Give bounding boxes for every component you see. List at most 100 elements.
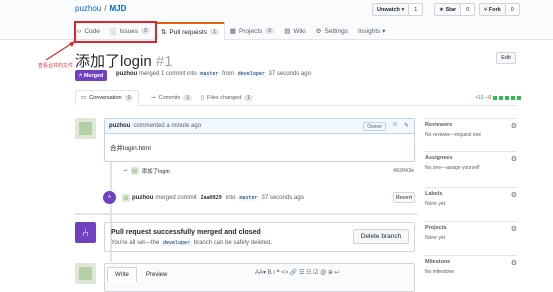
repo-name-link[interactable]: MJD (109, 4, 126, 13)
revert-button[interactable]: Revert (393, 192, 415, 203)
merge-icon: ⑃ (75, 222, 96, 243)
gear-icon[interactable]: ⚙ (511, 155, 517, 163)
merged-branch: developer (160, 240, 193, 246)
sidebar-heading: Projects (425, 225, 447, 231)
avatar[interactable] (75, 263, 96, 284)
comment-author-link[interactable]: puzhou (109, 123, 130, 129)
sidebar-heading: Assignees (425, 155, 453, 161)
gear-icon[interactable]: ⚙ (511, 122, 517, 130)
tab-commits-count: 1 (183, 95, 193, 101)
merge-author-link[interactable]: puzhou (132, 195, 153, 201)
tab-conversation-label: Conversation (89, 95, 122, 101)
diffstat-block (499, 96, 504, 100)
comment-icon: ▭ (81, 95, 87, 101)
comment-time[interactable]: commented a minute ago (133, 123, 201, 129)
gear-icon[interactable]: ⚙ (511, 225, 517, 233)
merge-event-time[interactable]: 37 seconds ago (262, 195, 304, 201)
commit-sha-link[interactable]: 402043e (393, 168, 414, 174)
tab-conversation-count: 0 (124, 95, 134, 101)
book-icon: ▤ (284, 28, 291, 35)
timeline-divider (75, 213, 417, 215)
additions-count: +10 (475, 95, 484, 101)
tab-settings[interactable]: ⚙ Settings (311, 22, 353, 40)
markdown-toolbar[interactable]: AA▾ B i ❝ <> 🔗 ☰ ☷ ☑ @ ⊕ ↩ (255, 269, 340, 276)
sidebar-projects: Projects ⚙ None yet (425, 221, 517, 241)
pr-title-text: 添加了login (75, 53, 152, 70)
tab-files-changed-label: Files changed (207, 95, 242, 101)
sidebar-value[interactable]: No one—assign yourself (425, 165, 517, 171)
pr-comment: puzhou commented a minute ago Owner ☺ ✎ … (104, 118, 415, 162)
head-branch[interactable]: developer (235, 71, 267, 77)
watch-count[interactable]: 1 (409, 4, 423, 15)
tab-files-changed-count: 1 (244, 95, 254, 101)
watch-label: Unwatch ▾ (373, 4, 410, 15)
star-count[interactable]: 0 (461, 4, 475, 15)
tab-pull-requests-count: 1 (210, 29, 219, 35)
star-button[interactable]: ★ Star 0 (434, 3, 476, 16)
fork-button[interactable]: ⑂ Fork 0 (479, 3, 520, 16)
merge-event-icon: ⑃ (103, 191, 116, 204)
base-branch[interactable]: master (198, 71, 221, 77)
pr-tabs: ▭ Conversation 0 ⊸ Commits 1 ▯ Files changed 1 (75, 90, 517, 106)
fork-label: ⑂ Fork (480, 4, 506, 15)
merged-badge: ⑃ Merged (75, 70, 108, 81)
commit-icon: ⊸ (123, 168, 128, 174)
diffstat-block (517, 96, 522, 100)
commit-item: ⊸ 添加了login (123, 167, 170, 175)
merged-badge-label: Merged (83, 72, 104, 79)
annotation-text: 查看合并的文件 (38, 63, 74, 69)
tab-conversation[interactable]: ▭ Conversation 0 (75, 90, 140, 106)
fork-count[interactable]: 0 (505, 4, 519, 15)
merge-status-subtitle: You're all set—the developer branch can … (111, 240, 272, 246)
delete-branch-button[interactable]: Delete branch (353, 229, 409, 244)
commit-message-link[interactable]: 添加了login (142, 167, 170, 175)
pencil-icon[interactable]: ✎ (404, 122, 409, 129)
tab-wiki[interactable]: ▤ Wiki (279, 22, 310, 40)
tab-commits[interactable]: ⊸ Commits 1 (151, 90, 193, 106)
gear-icon[interactable]: ⚙ (511, 191, 517, 199)
diffstat-block (493, 96, 498, 100)
gear-icon[interactable]: ⚙ (511, 259, 517, 267)
tab-pull-requests[interactable]: ⇅ Pull requests 1 (154, 22, 225, 40)
sidebar-reviewers: Reviewers ⚙ No reviews—request one (425, 118, 517, 138)
watch-button[interactable]: Unwatch ▾ 1 (372, 3, 424, 16)
pr-author-link[interactable]: puzhou (116, 71, 137, 77)
emoji-reaction-icon[interactable]: ☺ (392, 122, 398, 128)
merge-status-box: Pull request successfully merged and clo… (104, 222, 415, 252)
sidebar-value[interactable]: No reviews—request one (425, 132, 517, 138)
merge-status-text2: branch can be safely deleted. (193, 240, 273, 246)
sidebar-milestone: Milestone ⚙ No milestone (425, 255, 517, 275)
tab-insights-label: Insights ▾ (357, 28, 386, 35)
merge-status-text: You're all set—the (111, 240, 160, 246)
avatar[interactable] (122, 194, 130, 202)
sidebar-heading: Labels (425, 191, 443, 197)
tab-projects[interactable]: ▦ Projects 0 (225, 22, 279, 40)
sidebar-value: None yet (425, 201, 446, 207)
tab-settings-label: Settings (324, 27, 348, 35)
sidebar-heading: Reviewers (425, 122, 453, 128)
edit-button[interactable]: Edit (496, 52, 516, 64)
repo-owner-link[interactable]: puzhou (75, 4, 101, 13)
avatar[interactable] (130, 167, 139, 175)
merge-commit-sha[interactable]: 2aa9829 (199, 195, 224, 201)
sidebar-labels: Labels ⚙ None yet (425, 187, 517, 207)
tab-insights[interactable]: Insights ▾ (353, 22, 390, 40)
diffstat-block (511, 96, 516, 100)
tab-preview[interactable]: Preview (139, 267, 174, 282)
tab-write[interactable]: Write (107, 267, 137, 282)
sidebar-value: No milestone (425, 269, 455, 275)
tab-files-changed[interactable]: ▯ Files changed 1 (201, 90, 254, 106)
merge-base-branch[interactable]: master (237, 195, 260, 201)
owner-badge: Owner (363, 122, 386, 131)
sidebar-value: None yet (425, 235, 446, 241)
merge-event-text: merged commit (155, 195, 197, 201)
pr-title: 添加了login #1 (75, 50, 173, 71)
avatar[interactable] (75, 118, 96, 139)
merge-event: puzhou merged commit 2aa9829 into master… (122, 194, 304, 202)
sidebar-assignees: Assignees ⚙ No one—assign yourself (425, 151, 517, 171)
pr-meta: puzhou merged 1 commit into master from … (116, 71, 311, 77)
pr-meta-text: merged 1 commit into (139, 71, 197, 77)
deletions-count: −0 (485, 95, 492, 101)
repo-path: puzhou / MJD (75, 4, 127, 13)
pr-time: 37 seconds ago (268, 71, 311, 77)
